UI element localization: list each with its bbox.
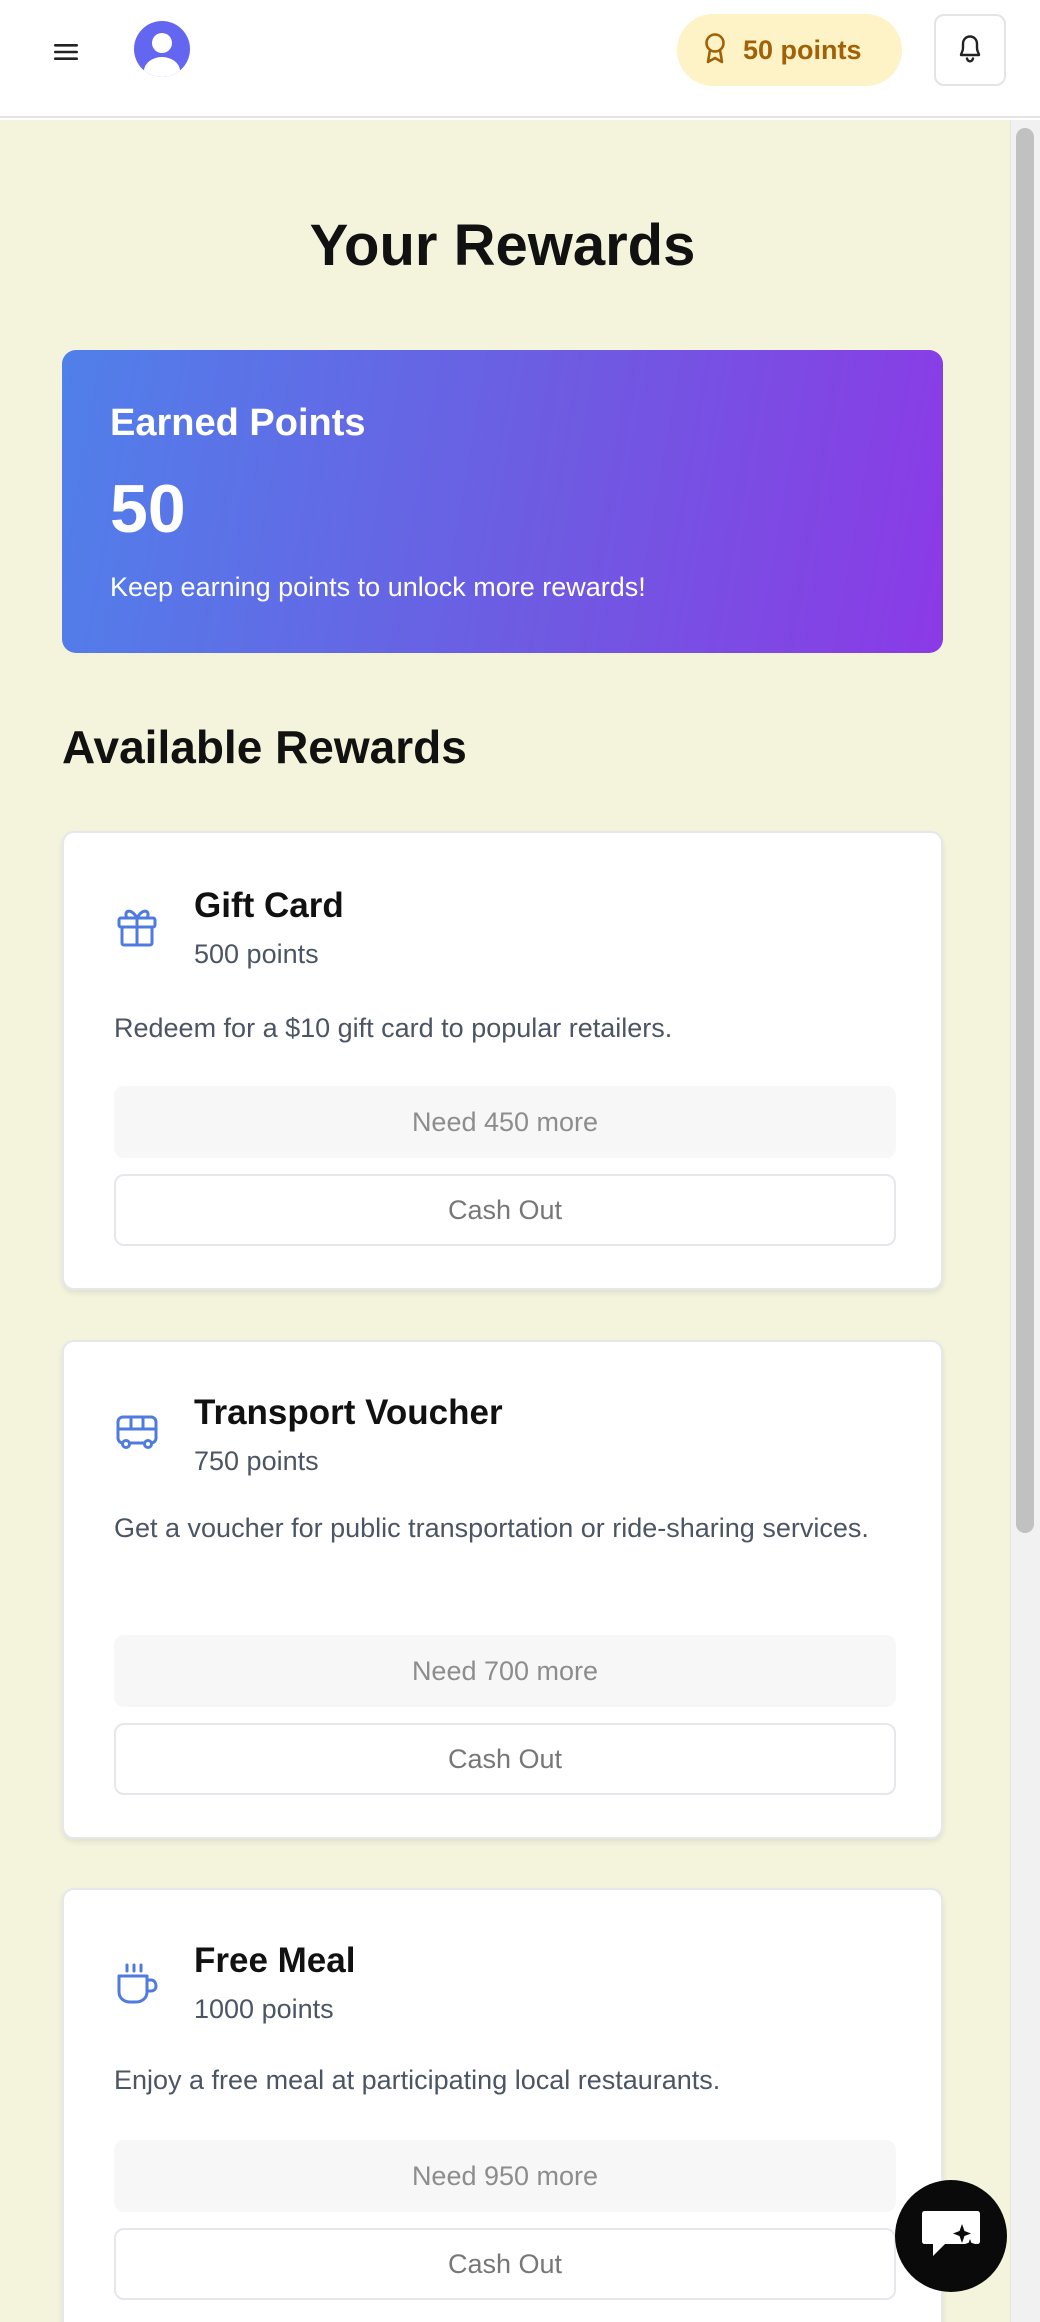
- reward-cost: 500 points: [194, 939, 319, 969]
- bell-icon: [955, 32, 985, 69]
- cash-out-button[interactable]: Cash Out: [114, 1723, 896, 1795]
- coffee-cup-icon: [114, 1960, 160, 2006]
- award-ribbon-icon: [701, 32, 729, 69]
- need-more-points-button[interactable]: Need 700 more: [114, 1635, 896, 1707]
- reward-name: Free Meal: [194, 1941, 356, 1980]
- earned-points-card: Earned Points 50 Keep earning points to …: [62, 350, 943, 653]
- page-scrollbar[interactable]: [1010, 120, 1040, 2322]
- chat-sparkle-icon: [919, 2205, 983, 2268]
- need-more-points-button[interactable]: Need 950 more: [114, 2140, 896, 2212]
- reward-card-transport-voucher: Transport Voucher 750 points Get a vouch…: [62, 1340, 943, 1839]
- chat-button[interactable]: [895, 2180, 1007, 2292]
- bus-icon: [114, 1409, 160, 1455]
- user-avatar-icon[interactable]: [134, 21, 190, 77]
- earned-points-value: 50: [110, 471, 186, 547]
- reward-description: Redeem for a $10 gift card to popular re…: [114, 1013, 673, 1043]
- available-rewards-title: Available Rewards: [62, 721, 467, 773]
- reward-description: Get a voucher for public transportation …: [114, 1513, 869, 1543]
- rewards-page: Your Rewards Earned Points 50 Keep earni…: [0, 120, 1010, 2322]
- reward-name: Transport Voucher: [194, 1393, 503, 1432]
- points-badge-label: 50 points: [743, 34, 862, 65]
- earned-points-label: Earned Points: [110, 402, 366, 444]
- reward-card-free-meal: Free Meal 1000 points Enjoy a free meal …: [62, 1888, 943, 2322]
- top-header: 50 points: [0, 0, 1040, 118]
- points-badge[interactable]: 50 points: [677, 14, 902, 86]
- reward-card-gift-card: Gift Card 500 points Redeem for a $10 gi…: [62, 831, 943, 1290]
- hamburger-menu-icon[interactable]: [44, 30, 88, 74]
- gift-icon: [114, 903, 160, 949]
- scrollbar-thumb[interactable]: [1016, 128, 1034, 1533]
- need-more-points-button[interactable]: Need 450 more: [114, 1086, 896, 1158]
- reward-cost: 1000 points: [194, 1994, 334, 2024]
- reward-description: Enjoy a free meal at participating local…: [114, 2065, 721, 2095]
- reward-name: Gift Card: [194, 886, 344, 925]
- reward-cost: 750 points: [194, 1446, 319, 1476]
- cash-out-button[interactable]: Cash Out: [114, 2228, 896, 2300]
- notifications-button[interactable]: [934, 14, 1006, 86]
- page-title: Your Rewards: [309, 213, 696, 278]
- cash-out-button[interactable]: Cash Out: [114, 1174, 896, 1246]
- earned-points-subtitle: Keep earning points to unlock more rewar…: [110, 572, 646, 602]
